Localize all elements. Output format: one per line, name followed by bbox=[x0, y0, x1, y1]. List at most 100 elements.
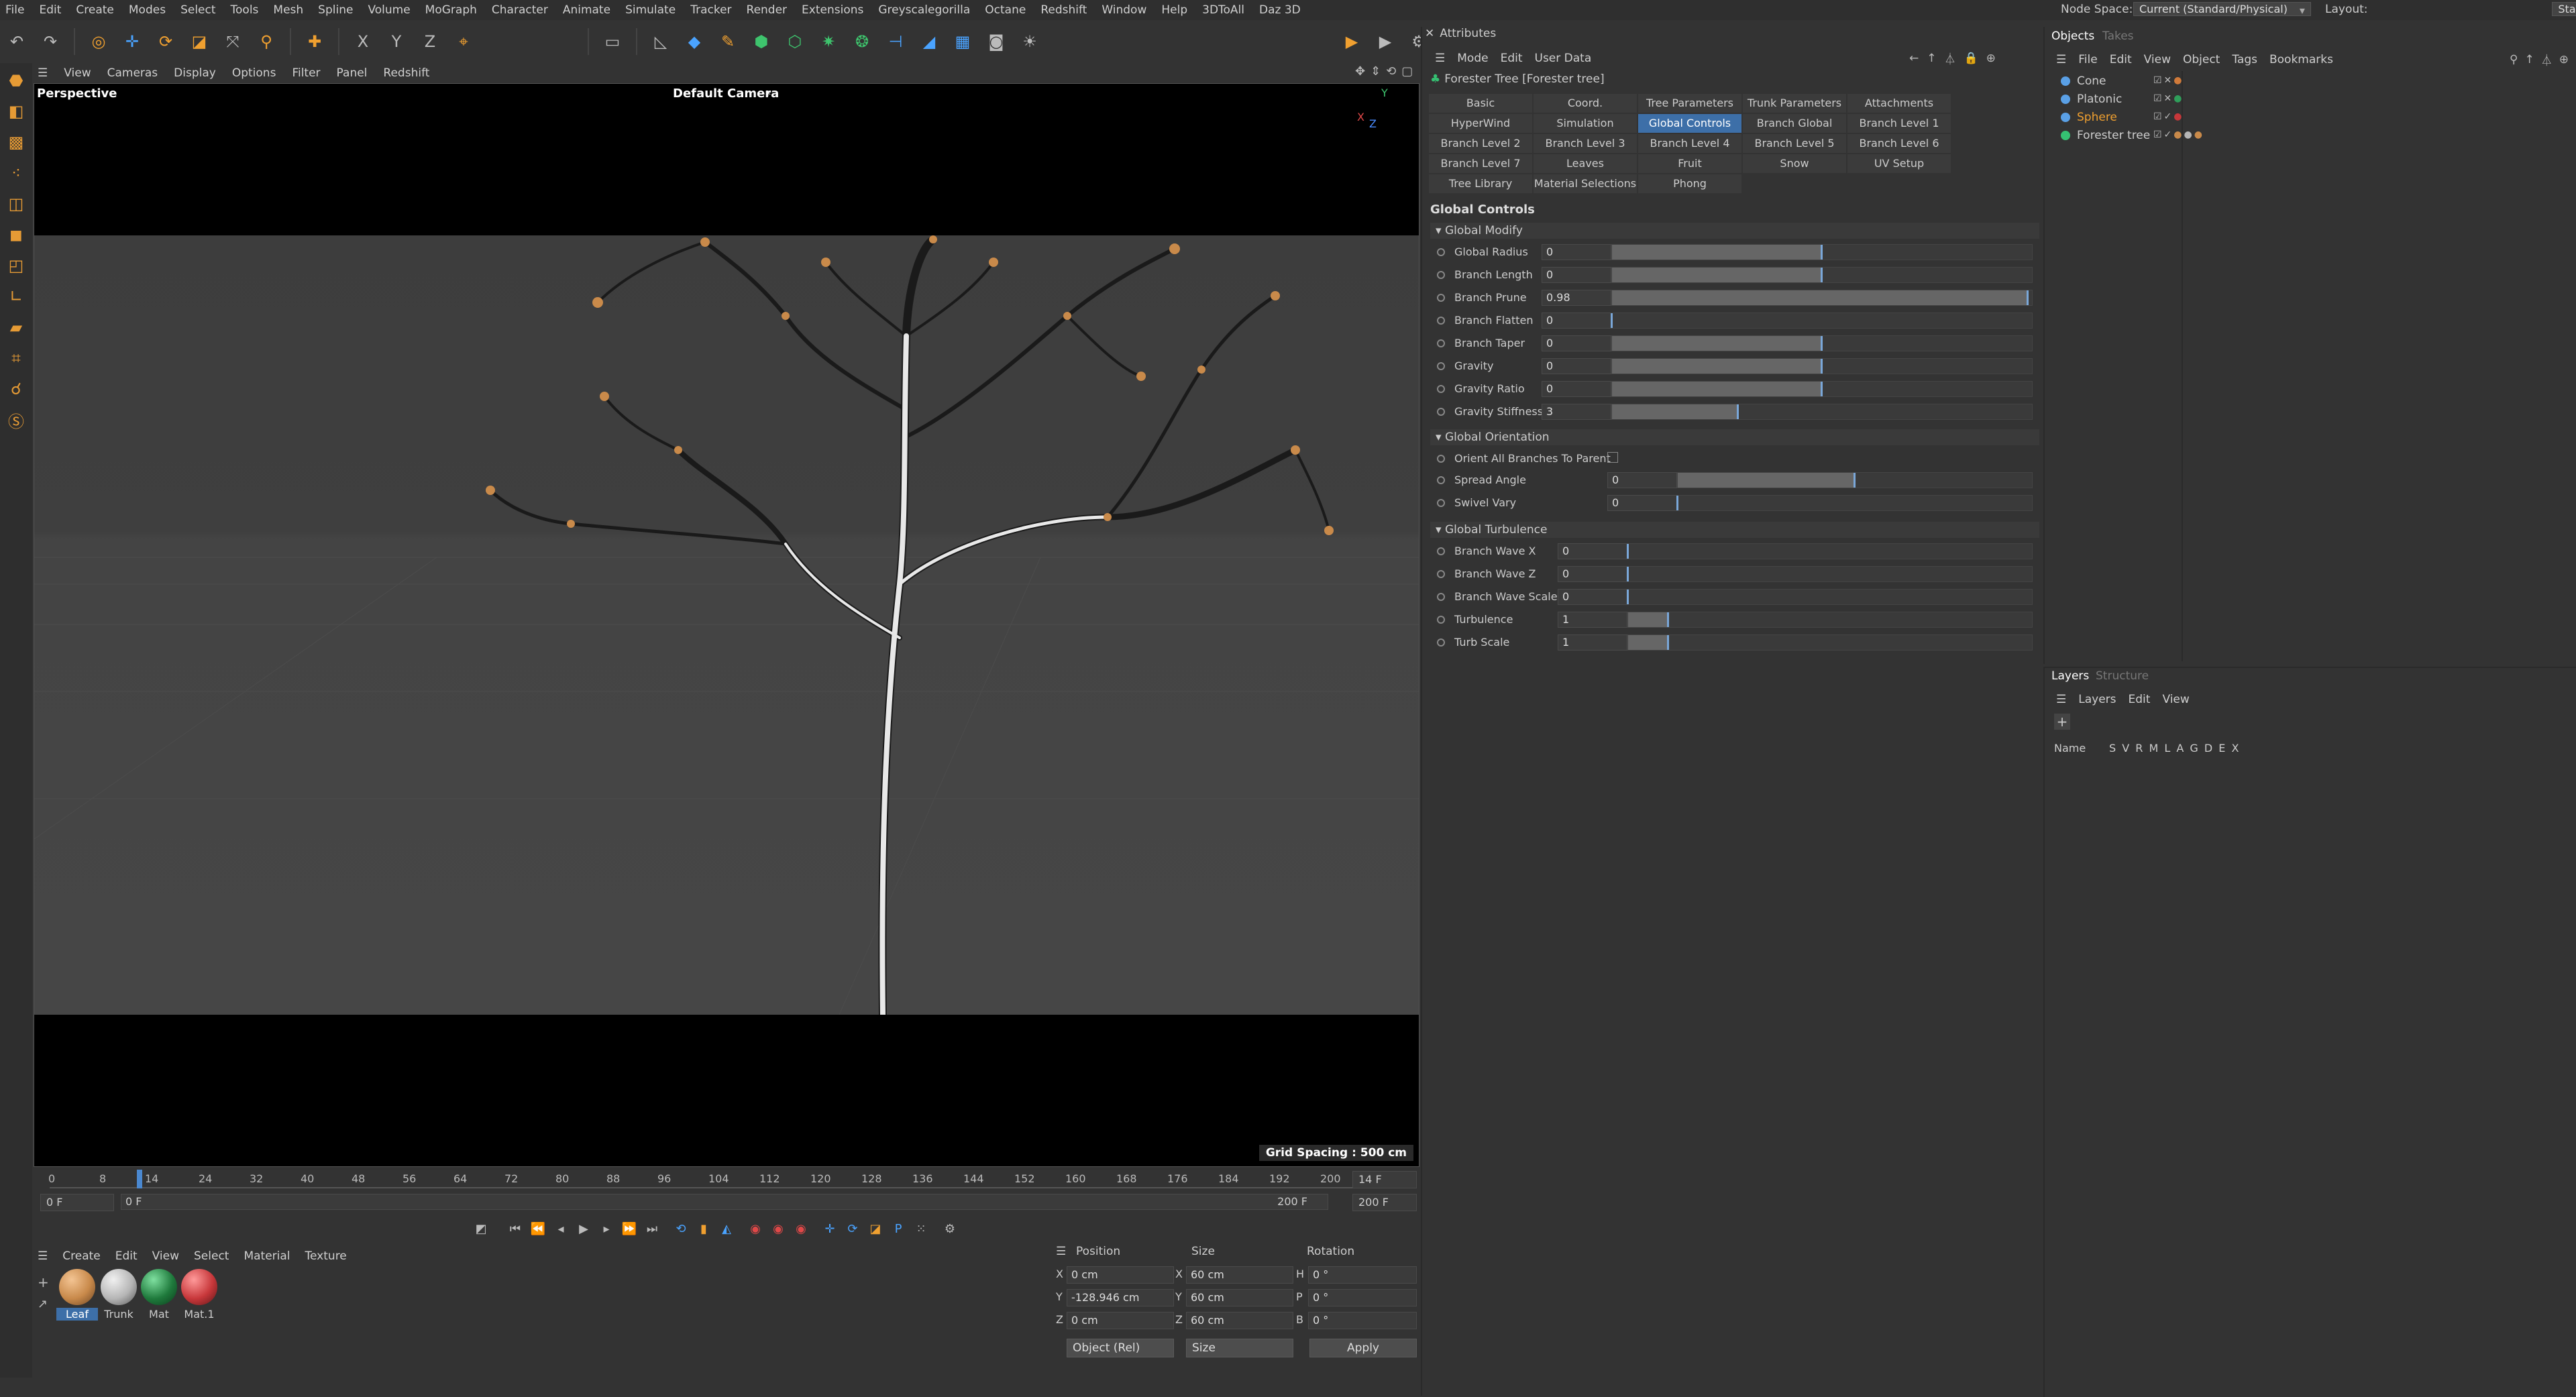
animate-dot-icon[interactable] bbox=[1437, 339, 1445, 347]
filter-icon[interactable]: ⏃ bbox=[2541, 51, 2553, 68]
new-panel-icon[interactable]: ⊕ bbox=[1986, 52, 1996, 65]
viewport-menu-panel[interactable]: Panel bbox=[329, 63, 376, 83]
animate-dot-icon[interactable] bbox=[1437, 593, 1445, 601]
menu-file[interactable]: File bbox=[0, 0, 32, 20]
slider-handle[interactable] bbox=[1736, 404, 1739, 419]
node-space-select[interactable]: Current (Standard/Physical) bbox=[2133, 2, 2311, 16]
param-value-field[interactable]: 0 bbox=[1542, 267, 1611, 283]
param-value-field[interactable]: 0 bbox=[1607, 472, 1677, 488]
filter-icon[interactable]: ⏃ bbox=[1945, 50, 1956, 66]
animate-dot-icon[interactable] bbox=[1437, 362, 1445, 370]
param-value-field[interactable]: 1 bbox=[1558, 634, 1627, 651]
param-value-field[interactable]: 0 bbox=[1607, 495, 1677, 511]
tab-attachments[interactable]: Attachments bbox=[1847, 94, 1951, 113]
tab-snow[interactable]: Snow bbox=[1743, 154, 1846, 173]
up-arrow-icon[interactable]: ↑ bbox=[2524, 53, 2534, 66]
pos-x-field[interactable]: 0 cm bbox=[1067, 1266, 1174, 1284]
param-value-field[interactable]: 0 bbox=[1542, 313, 1611, 329]
close-icon[interactable]: ✕ bbox=[1425, 27, 1434, 40]
environment-icon[interactable]: ◙ bbox=[981, 27, 1011, 56]
view-name[interactable]: Perspective bbox=[37, 87, 117, 101]
animate-dot-icon[interactable] bbox=[1437, 499, 1445, 507]
tab-basic[interactable]: Basic bbox=[1429, 94, 1532, 113]
material-leaf[interactable]: Leaf bbox=[56, 1269, 98, 1321]
obj-menu-object[interactable]: Object bbox=[2177, 53, 2226, 66]
param-slider[interactable] bbox=[1627, 566, 2033, 582]
param-value-field[interactable]: 0 bbox=[1542, 358, 1611, 374]
layer-menu-layers[interactable]: Layers bbox=[2072, 693, 2122, 706]
camera-tool-icon[interactable]: ◢ bbox=[914, 27, 944, 56]
object-row-cone[interactable]: Cone ☑✕● bbox=[2057, 74, 2379, 91]
menu-tracker[interactable]: Tracker bbox=[683, 0, 739, 20]
menu-modes[interactable]: Modes bbox=[121, 0, 173, 20]
menu-edit[interactable]: Edit bbox=[32, 0, 68, 20]
slider-handle[interactable] bbox=[1821, 359, 1823, 374]
param-slider[interactable] bbox=[1611, 244, 2033, 260]
tab-branch-level-6[interactable]: Branch Level 6 bbox=[1847, 134, 1951, 153]
param-slider[interactable] bbox=[1627, 589, 2033, 605]
param-value-field[interactable]: 1 bbox=[1558, 612, 1627, 628]
back-arrow-icon[interactable]: ← bbox=[1909, 52, 1919, 65]
viewport-menu-redshift[interactable]: Redshift bbox=[375, 63, 437, 83]
param-value-field[interactable]: 0 bbox=[1558, 566, 1627, 582]
size-x-field[interactable]: 60 cm bbox=[1186, 1266, 1293, 1284]
animate-dot-icon[interactable] bbox=[1437, 455, 1445, 463]
menu-redshift[interactable]: Redshift bbox=[1033, 0, 1094, 20]
param-key-icon[interactable]: P bbox=[889, 1219, 908, 1238]
recent-tools-icon[interactable]: ⚲ bbox=[252, 27, 281, 56]
menu-spline[interactable]: Spline bbox=[311, 0, 360, 20]
object-row-platonic[interactable]: Platonic ☑✕● bbox=[2057, 92, 2379, 109]
texture-mode-icon[interactable]: ▩ bbox=[3, 129, 30, 156]
point-level-icon[interactable]: ⁙ bbox=[912, 1219, 930, 1238]
rotation-key-icon[interactable]: ⟳ bbox=[843, 1219, 862, 1238]
pen-tool-icon[interactable]: ✎ bbox=[713, 27, 743, 56]
slider-handle[interactable] bbox=[1821, 245, 1823, 260]
add-object-icon[interactable]: ✚ bbox=[300, 27, 329, 56]
rot-h-field[interactable]: 0 ° bbox=[1308, 1266, 1417, 1284]
orient-checkbox[interactable] bbox=[1607, 452, 1618, 463]
snap-icon[interactable]: ⌗ bbox=[3, 345, 30, 372]
cube-icon[interactable]: ◆ bbox=[680, 27, 709, 56]
size-y-field[interactable]: 60 cm bbox=[1186, 1289, 1293, 1306]
param-value-field[interactable]: 0 bbox=[1558, 543, 1627, 559]
slider-handle[interactable] bbox=[2026, 290, 2029, 305]
step-icon[interactable]: ▮ bbox=[694, 1219, 713, 1238]
scale-key-icon[interactable]: ◪ bbox=[866, 1219, 885, 1238]
add-material-icon[interactable]: + bbox=[38, 1274, 49, 1290]
tab-tree-parameters[interactable]: Tree Parameters bbox=[1638, 94, 1741, 113]
menu-3dtoall[interactable]: 3DToAll bbox=[1195, 0, 1252, 20]
scene-icon[interactable]: ⊣ bbox=[881, 27, 910, 56]
viewport-menu-view[interactable]: View bbox=[56, 63, 99, 83]
slider-handle[interactable] bbox=[1821, 336, 1823, 351]
slider-handle[interactable] bbox=[1821, 382, 1823, 396]
tweak-icon[interactable]: ☌ bbox=[3, 376, 30, 402]
record-icon[interactable]: ◉ bbox=[746, 1219, 765, 1238]
tab-branch-global[interactable]: Branch Global bbox=[1743, 114, 1846, 133]
edit-material-icon[interactable]: ↗ bbox=[38, 1297, 48, 1311]
tab-hyperwind[interactable]: HyperWind bbox=[1429, 114, 1532, 133]
param-value-field[interactable]: 0 bbox=[1542, 335, 1611, 351]
slider-handle[interactable] bbox=[1627, 567, 1629, 581]
param-slider[interactable] bbox=[1627, 612, 2033, 628]
attr-menu-edit[interactable]: Edit bbox=[1495, 52, 1529, 65]
playhead[interactable] bbox=[137, 1170, 142, 1188]
tab-material-selections[interactable]: Material Selections bbox=[1534, 174, 1637, 193]
group-global-modify[interactable]: ▾ Global Modify bbox=[1430, 223, 2039, 239]
live-selection-icon[interactable]: ◎ bbox=[84, 27, 113, 56]
camera-dot-icon[interactable]: ⁎ bbox=[765, 85, 771, 98]
animate-dot-icon[interactable] bbox=[1437, 547, 1445, 555]
spline-pen-icon[interactable]: ◺ bbox=[646, 27, 676, 56]
timeline[interactable]: 0 8 14 24 32 40 48 56 64 72 80 88 96 104… bbox=[34, 1167, 1419, 1221]
animate-dot-icon[interactable] bbox=[1437, 271, 1445, 279]
param-slider[interactable] bbox=[1611, 404, 2033, 420]
param-slider[interactable] bbox=[1611, 267, 2033, 283]
next-frame-icon[interactable]: ▸ bbox=[597, 1219, 616, 1238]
tab-tree-library[interactable]: Tree Library bbox=[1429, 174, 1532, 193]
redo-icon[interactable]: ↷ bbox=[36, 27, 65, 56]
slider-handle[interactable] bbox=[1667, 612, 1670, 627]
param-slider[interactable] bbox=[1611, 381, 2033, 397]
menu-simulate[interactable]: Simulate bbox=[618, 0, 683, 20]
slider-handle[interactable] bbox=[1627, 544, 1629, 559]
animate-dot-icon[interactable] bbox=[1437, 616, 1445, 624]
tab-branch-level-4[interactable]: Branch Level 4 bbox=[1638, 134, 1741, 153]
